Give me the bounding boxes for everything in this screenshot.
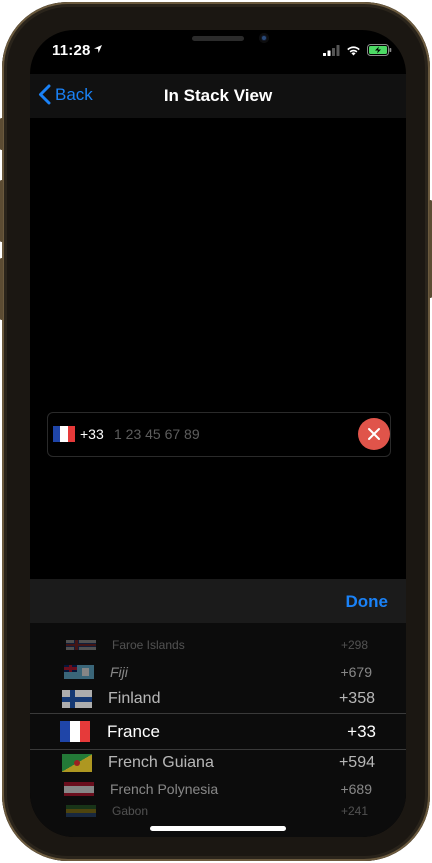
phone-device-frame: 11:28 Back In Stack View +33 1 23 45 67 … bbox=[0, 2, 432, 861]
france-flag-icon[interactable] bbox=[53, 426, 75, 442]
country-name: French Guiana bbox=[108, 754, 214, 771]
country-name: Faroe Islands bbox=[112, 638, 185, 652]
french-polynesia-flag-icon bbox=[64, 782, 94, 796]
silent-switch bbox=[0, 118, 3, 150]
phone-number-input[interactable] bbox=[114, 424, 334, 444]
country-code: +594 bbox=[338, 754, 375, 771]
status-bar: 11:28 bbox=[30, 30, 406, 74]
country-code: +679 bbox=[340, 664, 372, 680]
phone-number-field: +33 bbox=[47, 412, 391, 457]
home-indicator[interactable] bbox=[150, 826, 286, 831]
screen: 11:28 Back In Stack View +33 1 23 45 67 … bbox=[30, 30, 406, 837]
picker-row-fiji[interactable]: Fiji +679 bbox=[30, 663, 406, 681]
fiji-flag-icon bbox=[64, 665, 94, 679]
country-name: French Polynesia bbox=[110, 781, 219, 797]
country-code: +689 bbox=[340, 781, 372, 797]
signal-icon bbox=[323, 44, 340, 56]
country-name: Fiji bbox=[110, 664, 128, 680]
country-code: +241 bbox=[340, 804, 368, 818]
status-time: 11:28 bbox=[52, 42, 91, 59]
faroe-islands-flag-icon bbox=[66, 640, 96, 650]
volume-down-button bbox=[0, 258, 3, 320]
front-camera bbox=[259, 33, 269, 43]
done-button[interactable]: Done bbox=[346, 592, 389, 612]
picker-row-french-polynesia[interactable]: French Polynesia +689 bbox=[30, 780, 406, 798]
gabon-flag-icon bbox=[66, 805, 96, 817]
french-guiana-flag-icon bbox=[62, 754, 92, 772]
wifi-icon bbox=[347, 45, 360, 55]
close-icon bbox=[368, 428, 380, 440]
volume-up-button bbox=[0, 180, 3, 242]
location-arrow-icon bbox=[94, 45, 102, 53]
selection-indicator-bottom bbox=[30, 749, 406, 750]
country-name: Finland bbox=[108, 690, 161, 707]
navigation-bar: Back In Stack View bbox=[30, 74, 406, 118]
finland-flag-icon bbox=[62, 690, 92, 708]
notch bbox=[114, 30, 322, 58]
clear-button[interactable] bbox=[358, 418, 390, 450]
picker-row-french-guiana[interactable]: French Guiana +594 bbox=[30, 752, 406, 774]
picker-row-finland[interactable]: Finland +358 bbox=[30, 688, 406, 710]
selection-indicator-top bbox=[30, 713, 406, 714]
country-picker[interactable]: Faroe Islands +298 Fiji +679 Finland +35… bbox=[30, 623, 406, 837]
country-name: France bbox=[107, 722, 160, 741]
country-name: Gabon bbox=[112, 804, 149, 818]
picker-toolbar: Done bbox=[30, 579, 406, 623]
picker-row-france-selected[interactable]: France +33 bbox=[30, 716, 406, 748]
country-code: +358 bbox=[338, 690, 375, 707]
france-flag-icon bbox=[60, 721, 90, 742]
picker-row-faroe-islands[interactable]: Faroe Islands +298 bbox=[30, 637, 406, 653]
battery-charging-icon bbox=[367, 44, 392, 56]
speaker-grille bbox=[192, 36, 244, 41]
page-title: In Stack View bbox=[163, 86, 273, 105]
country-code: +33 bbox=[347, 722, 376, 741]
country-code: +298 bbox=[340, 638, 368, 652]
picker-row-gabon[interactable]: Gabon +241 bbox=[30, 803, 406, 819]
dial-code: +33 bbox=[80, 426, 104, 442]
status-icons bbox=[323, 44, 392, 56]
